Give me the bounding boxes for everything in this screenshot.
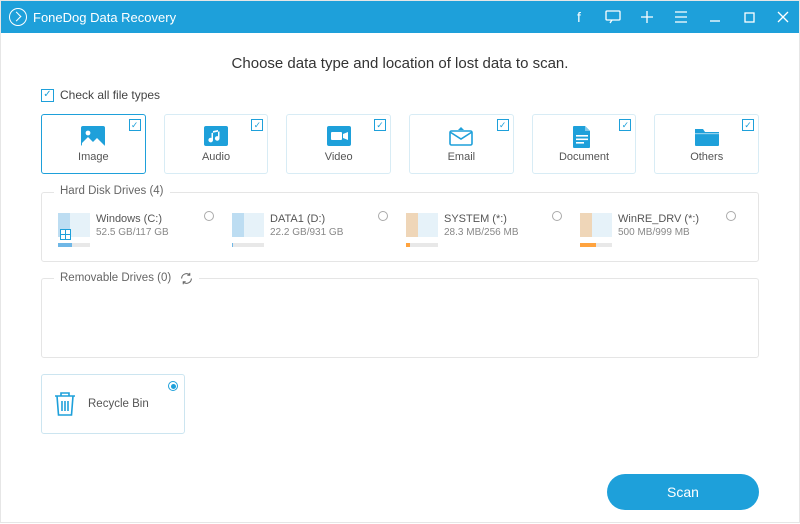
file-type-row: Image Audio Video Email Document Others [41,114,759,174]
drive-usage-bar [406,243,438,247]
drive-usage-bar [580,243,612,247]
drive-icon [58,213,90,241]
drive-name: Windows (C:) [96,213,169,225]
removable-drives-section: Removable Drives (0) [41,278,759,358]
drive-usage-bar [58,243,90,247]
drive-item-2[interactable]: SYSTEM (*:) 28.3 MB/256 MB [404,209,568,251]
drive-name: WinRE_DRV (*:) [618,213,699,225]
check-all-label: Check all file types [60,88,160,102]
audio-icon [203,125,229,147]
drive-radio-1[interactable] [378,211,388,221]
type-label-video: Video [325,151,353,163]
hard-disk-drives-section: Hard Disk Drives (4) Windows (C:)52.5 GB… [41,192,759,262]
drive-size: 52.5 GB/117 GB [96,227,169,238]
drive-size: 28.3 MB/256 MB [444,227,518,238]
drive-icon [406,213,438,241]
drive-item-3[interactable]: WinRE_DRV (*:) 500 MB/999 MB [578,209,742,251]
others-icon [694,125,720,147]
drive-item-0[interactable]: Windows (C:) 52.5 GB/117 GB [56,209,220,251]
check-all-file-types[interactable]: Check all file types [41,88,759,102]
drive-size: 22.2 GB/931 GB [270,227,343,238]
drive-radio-3[interactable] [726,211,736,221]
scan-button[interactable]: Scan [607,474,759,510]
minimize-icon[interactable] [707,9,723,25]
drive-icon [580,213,612,241]
type-label-image: Image [78,151,109,163]
type-card-document[interactable]: Document [532,114,637,174]
facebook-icon[interactable]: f [571,9,587,25]
type-checkbox-email[interactable] [497,119,509,131]
type-label-audio: Audio [202,151,230,163]
drive-radio-2[interactable] [552,211,562,221]
drive-usage-bar [232,243,264,247]
menu-icon[interactable] [673,9,689,25]
drive-icon [232,213,264,241]
type-card-video[interactable]: Video [286,114,391,174]
type-checkbox-document[interactable] [619,119,631,131]
check-all-checkbox[interactable] [41,89,54,102]
type-card-others[interactable]: Others [654,114,759,174]
maximize-icon[interactable] [741,9,757,25]
image-icon [80,125,106,147]
titlebar-left: FoneDog Data Recovery [9,8,176,26]
type-checkbox-image[interactable] [129,119,141,131]
refresh-icon[interactable] [179,271,193,285]
plus-icon[interactable] [639,9,655,25]
close-icon[interactable] [775,9,791,25]
drive-item-1[interactable]: DATA1 (D:) 22.2 GB/931 GB [230,209,394,251]
removable-section-title: Removable Drives (0) [60,272,171,284]
document-icon [571,125,597,147]
drive-name: SYSTEM (*:) [444,213,518,225]
type-checkbox-video[interactable] [374,119,386,131]
recycle-bin-card[interactable]: Recycle Bin [41,374,185,434]
titlebar: FoneDog Data Recovery f [1,1,799,33]
titlebar-controls: f [571,9,791,25]
drive-name: DATA1 (D:) [270,213,343,225]
recycle-bin-label: Recycle Bin [88,398,149,410]
page-heading: Choose data type and location of lost da… [41,33,759,88]
type-label-others: Others [690,151,723,163]
app-title: FoneDog Data Recovery [33,10,176,25]
video-icon [326,125,352,147]
type-card-image[interactable]: Image [41,114,146,174]
hdd-drives-row: Windows (C:) 52.5 GB/117 GB DATA1 (D:) 22.2… [56,205,744,251]
type-card-email[interactable]: Email [409,114,514,174]
app-logo-icon [9,8,27,26]
drive-radio-0[interactable] [204,211,214,221]
removable-drives-body [56,291,744,347]
email-icon [448,125,474,147]
trash-icon [52,390,78,418]
type-label-document: Document [559,151,609,163]
type-card-audio[interactable]: Audio [164,114,269,174]
drive-size: 500 MB/999 MB [618,227,699,238]
type-checkbox-audio[interactable] [251,119,263,131]
hdd-section-title: Hard Disk Drives (4) [54,185,170,197]
type-label-email: Email [448,151,476,163]
type-checkbox-others[interactable] [742,119,754,131]
feedback-icon[interactable] [605,9,621,25]
main-content: Choose data type and location of lost da… [1,33,799,524]
recycle-bin-radio[interactable] [168,381,178,391]
